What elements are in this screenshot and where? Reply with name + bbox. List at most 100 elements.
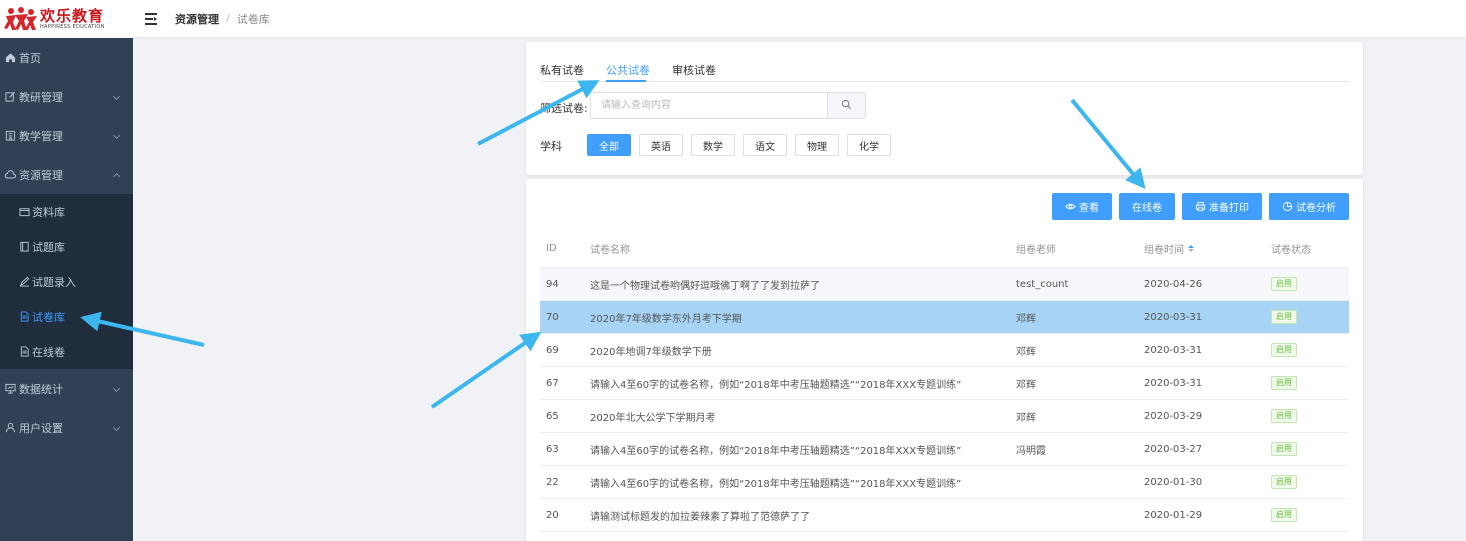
sidebar-item-user-settings[interactable]: 用户设置 [0, 408, 133, 447]
cell-name: 这是一个物理试卷哟偶好逗哦佛丁啊了了发到拉萨了 [590, 280, 820, 292]
subject-filter: 全部 英语 数学 语文 物理 化学 [587, 134, 899, 156]
cell-name: 2020年7年级数学东外月考下学期 [590, 313, 742, 325]
column-header-status: 试卷状态 [1271, 244, 1311, 256]
tab-review-papers[interactable]: 审核试卷 [672, 62, 716, 78]
sidebar-item-question-entry[interactable]: 试题录入 [0, 264, 133, 299]
subject-chip-chemistry[interactable]: 化学 [847, 134, 891, 156]
sidebar-item-paper-bank[interactable]: 试卷库 [0, 299, 133, 334]
cell-teacher: 邓辉 [1016, 346, 1036, 358]
search-icon [841, 99, 852, 113]
breadcrumb-separator: / [226, 12, 230, 25]
cell-time: 2020-03-31 [1144, 311, 1203, 323]
chevron-down-icon [112, 131, 121, 139]
print-button[interactable]: 准备打印 [1182, 193, 1262, 220]
status-badge: 启用 [1271, 508, 1297, 522]
search-button[interactable] [827, 92, 866, 119]
active-tab-indicator [606, 80, 646, 82]
online-paper-button[interactable]: 在线卷 [1119, 193, 1175, 220]
cell-id: 22 [546, 476, 559, 488]
cell-name: 2020年地调7年级数学下册 [590, 346, 712, 358]
sidebar-item-question-bank[interactable]: 试题库 [0, 229, 133, 264]
table-row[interactable]: 22 请输入4至60字的试卷名称，例如“2018年中考压轴题精选”“2018年X… [540, 466, 1349, 499]
cell-time: 2020-01-30 [1144, 476, 1203, 488]
table-row[interactable]: 63 请输入4至60字的试卷名称，例如“2018年中考压轴题精选”“2018年X… [540, 433, 1349, 466]
filter-label: 筛选试卷: [540, 102, 588, 115]
tab-private-papers[interactable]: 私有试卷 [540, 62, 584, 78]
cell-id: 94 [546, 278, 559, 290]
chevron-down-icon [112, 423, 121, 431]
view-button-label: 查看 [1079, 203, 1099, 214]
subject-label: 学科 [540, 140, 562, 153]
cell-teacher: 邓辉 [1016, 412, 1036, 424]
arrow-to-selected-row [430, 331, 542, 409]
status-badge: 启用 [1271, 376, 1297, 390]
sidebar-item-label: 资料库 [32, 205, 65, 219]
subject-chip-english[interactable]: 英语 [639, 134, 683, 156]
resources-submenu: 资料库 试题库 试题录入 试卷库 在线卷 [0, 194, 133, 369]
sidebar: 首页 教研管理 教学管理 资源管理 资料库 试题库 试题录入 试卷库 在线卷 数… [0, 38, 133, 541]
logo[interactable]: 欢乐教育 HAPPINESS EDUCATION [0, 0, 133, 38]
cloud-icon [4, 169, 16, 181]
cell-name: 2020年北大公学下学期月考 [590, 412, 716, 424]
status-badge: 启用 [1271, 442, 1297, 456]
sidebar-item-label: 试卷库 [32, 310, 65, 324]
home-icon [4, 52, 16, 64]
cell-time: 2020-03-29 [1144, 410, 1203, 422]
paper-tabs: 私有试卷 公共试卷 审核试卷 [540, 60, 1349, 82]
cell-name: 请输入4至60字的试卷名称，例如“2018年中考压轴题精选”“2018年XXX专… [590, 478, 962, 490]
view-button[interactable]: 查看 [1052, 193, 1112, 220]
breadcrumb: 资源管理 / 试卷库 [175, 11, 270, 27]
sidebar-item-label: 首页 [19, 51, 41, 65]
cell-time: 2020-03-31 [1144, 377, 1203, 389]
cell-id: 65 [546, 410, 559, 422]
table-row[interactable]: 94 这是一个物理试卷哟偶好逗哦佛丁啊了了发到拉萨了 test_count 20… [540, 268, 1349, 301]
monitor-chart-icon [4, 383, 16, 395]
table-row[interactable]: 67 请输入4至60字的试卷名称，例如“2018年中考压轴题精选”“2018年X… [540, 367, 1349, 400]
pie-chart-icon [1282, 201, 1293, 212]
table-row[interactable]: 20 请输测试标题发的加拉姜辣素了算啦了范德萨了了 2020-01-29 启用 [540, 499, 1349, 532]
sidebar-item-home[interactable]: 首页 [0, 38, 133, 77]
sidebar-item-materials[interactable]: 资料库 [0, 194, 133, 229]
status-badge: 启用 [1271, 475, 1297, 489]
menu-toggle-icon[interactable] [145, 12, 159, 25]
sort-caret-icon[interactable] [1188, 244, 1194, 252]
cell-time: 2020-04-26 [1144, 278, 1203, 290]
sidebar-item-statistics[interactable]: 数据统计 [0, 369, 133, 408]
cell-id: 63 [546, 443, 559, 455]
sidebar-item-label: 教研管理 [19, 90, 63, 104]
table-row[interactable]: 69 2020年地调7年级数学下册 邓辉 2020-03-31 启用 [540, 334, 1349, 367]
cell-id: 70 [546, 311, 559, 323]
sidebar-item-label: 数据统计 [19, 382, 63, 396]
user-icon [4, 422, 16, 434]
building-icon [4, 130, 16, 142]
subject-chip-math[interactable]: 数学 [691, 134, 735, 156]
print-button-label: 准备打印 [1209, 203, 1249, 214]
sidebar-item-research[interactable]: 教研管理 [0, 77, 133, 116]
sidebar-item-label: 教学管理 [19, 129, 63, 143]
logo-title: 欢乐教育 [40, 6, 105, 25]
subject-chip-all[interactable]: 全部 [587, 134, 631, 156]
subject-chip-chinese[interactable]: 语文 [743, 134, 787, 156]
status-badge: 启用 [1271, 310, 1297, 324]
paper-table: ID 试卷名称 组卷老师 组卷时间 试卷状态 94 这是一个物理试卷哟偶好逗哦佛… [540, 229, 1349, 532]
subject-chip-physics[interactable]: 物理 [795, 134, 839, 156]
sidebar-item-resources[interactable]: 资源管理 [0, 155, 133, 194]
chevron-up-icon [112, 172, 121, 180]
table-row[interactable]: 65 2020年北大公学下学期月考 邓辉 2020-03-29 启用 [540, 400, 1349, 433]
sidebar-item-label: 试题库 [32, 240, 65, 254]
breadcrumb-resource-management[interactable]: 资源管理 [175, 11, 219, 27]
sidebar-item-online-paper[interactable]: 在线卷 [0, 334, 133, 369]
cell-time: 2020-03-31 [1144, 344, 1203, 356]
search-input[interactable] [590, 92, 827, 119]
paper-analysis-button[interactable]: 试卷分析 [1269, 193, 1349, 220]
column-header-time[interactable]: 组卷时间 [1144, 241, 1271, 256]
cell-teacher: test_count [1016, 278, 1069, 290]
cell-id: 69 [546, 344, 559, 356]
cell-teacher: 邓辉 [1016, 313, 1036, 325]
logo-subtitle: HAPPINESS EDUCATION [40, 23, 105, 30]
tab-public-papers[interactable]: 公共试卷 [606, 62, 650, 78]
sidebar-item-teaching[interactable]: 教学管理 [0, 116, 133, 155]
table-row-selected[interactable]: 70 2020年7年级数学东外月考下学期 邓辉 2020-03-31 启用 [540, 301, 1349, 334]
cell-teacher: 冯明霞 [1016, 445, 1046, 457]
paper-list-card: 查看 在线卷 准备打印 试卷分析 ID 试卷名称 组卷老师 组卷时间 试卷状态 … [526, 179, 1363, 541]
